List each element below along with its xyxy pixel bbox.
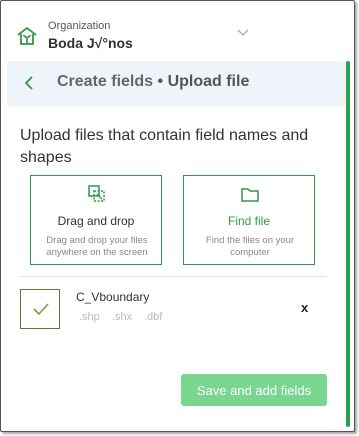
upload-heading: Upload files that contain field names an… [20, 127, 309, 166]
page-title: Create fields • Upload file [57, 73, 249, 91]
page-header: Create fields • Upload file [7, 61, 346, 106]
remove-file-button[interactable]: x [301, 300, 308, 315]
organization-selector[interactable]: Organization Boda J√°nos [1, 1, 354, 61]
drag-drop-card[interactable]: Drag and drop Drag and drop your files a… [30, 175, 162, 265]
save-and-add-fields-button[interactable]: Save and add fields [181, 374, 327, 406]
drag-drop-icon [88, 185, 105, 202]
upload-panel: Organization Boda J√°nos Create fields •… [0, 0, 355, 432]
file-extension: .dbf [144, 311, 163, 323]
find-file-title: Find file [227, 214, 271, 228]
folder-icon [241, 188, 259, 202]
drag-drop-title: Drag and drop [57, 214, 135, 228]
file-select-checkbox[interactable] [20, 289, 60, 329]
chevron-down-icon[interactable] [237, 29, 249, 37]
file-extension: .shx [112, 311, 133, 323]
title-separator: • [157, 73, 164, 90]
checkmark-icon [33, 303, 49, 316]
file-extension: .shp [79, 311, 100, 323]
title-main: Create fields [57, 73, 154, 90]
seedling-house-icon [17, 27, 37, 45]
file-name: C_Vboundary [76, 290, 150, 304]
divider [20, 276, 326, 277]
find-file-description: Find the files on your computer [205, 235, 295, 258]
back-chevron-icon[interactable] [23, 75, 35, 91]
title-sub: Upload file [167, 73, 250, 90]
scrollbar[interactable] [346, 61, 350, 427]
organization-label: Organization [48, 20, 111, 32]
organization-name: Boda J√°nos [48, 35, 133, 51]
drag-drop-description: Drag and drop your files anywhere on the… [46, 235, 148, 258]
find-file-card[interactable]: Find file Find the files on your compute… [183, 175, 315, 265]
